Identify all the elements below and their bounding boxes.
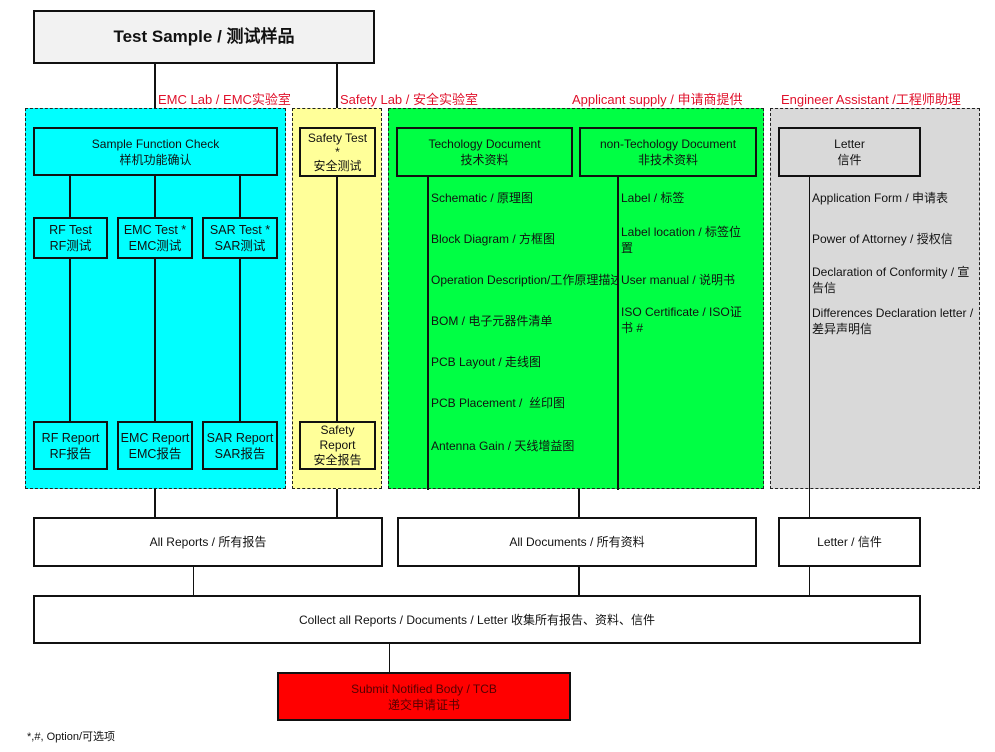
emc-report-zh: EMC报告 [128,446,182,461]
connector-check-sar [239,176,241,218]
rf-report-en: RF Report [41,430,100,445]
letter-source-box: Letter 信件 [778,127,921,177]
connector-safety-test-report [336,177,338,421]
submit-en: Submit Notified Body / TCB [351,681,497,696]
tech-doc-spine [427,177,429,490]
sar-test-box: SAR Test * SAR测试 [202,217,278,259]
all-documents-box: All Documents / 所有资料 [397,517,757,567]
collect-all-label: Collect all Reports / Documents / Letter… [298,612,656,627]
non-tech-doc-spine [617,177,619,490]
safety-report-en-line2: Report [319,438,356,452]
submit-notified-body-box: Submit Notified Body / TCB 递交申请证书 [277,672,571,721]
tech-item-operation-description: Operation Description/工作原理描述 [431,273,617,287]
sar-test-zh: SAR测试 [214,239,266,253]
collect-all-box: Collect all Reports / Documents / Letter… [33,595,921,644]
safety-test-en: Safety Test [307,131,368,145]
engineer-item-application-form: Application Form / 申请表 [812,191,949,205]
sar-report-box: SAR Report SAR报告 [202,421,278,470]
connector-emc-test-report [154,259,156,421]
all-reports-label: All Reports / 所有报告 [149,535,267,549]
rf-test-en: RF Test [49,223,92,237]
letter-source-zh: 信件 [837,153,862,167]
emc-report-box: EMC Report EMC报告 [117,421,193,470]
tech-doc-zh: 技术资料 [460,153,509,167]
non-tech-item-iso-certificate: ISO Certificate / ISO证书 # [621,305,742,335]
footnote-option: *,#, Option/可选项 [27,731,116,743]
connector-rf-test-report [69,259,71,421]
test-sample-title: Test Sample / 测试样品 [113,27,295,46]
sar-test-en: SAR Test * [209,223,271,237]
rf-report-box: RF Report RF报告 [33,421,108,470]
applicant-supply-label: Applicant supply / 申请商提供 [572,92,743,107]
connector-check-rf [69,176,71,218]
engineer-item-declaration-of-conformity: Declaration of Conformity / 宣告信 [812,265,970,295]
letter-summary-label: Letter / 信件 [817,535,882,549]
function-check-zh: 样机功能确认 [119,152,192,167]
safety-test-zh: 安全测试 [313,159,362,173]
safety-lab-label: Safety Lab / 安全实验室 [340,92,478,107]
safety-test-option-mark: * [335,145,340,159]
connector-title-emc [154,64,156,109]
connector-applicant-to-documents [578,489,580,518]
non-tech-item-user-manual: User manual / 说明书 [621,273,736,287]
safety-report-zh: 安全报告 [313,453,362,467]
connector-title-safety [336,64,338,109]
connector-documents-to-collect [578,567,580,596]
emc-test-box: EMC Test * EMC测试 [117,217,193,259]
safety-test-box: Safety Test * 安全测试 [299,127,376,177]
connector-collect-to-submit [389,644,390,673]
tech-item-pcb-placement: PCB Placement / 丝印图 [431,396,566,410]
engineer-assistant-label: Engineer Assistant /工程师助理 [781,92,961,107]
rf-test-zh: RF测试 [49,239,92,253]
tech-item-pcb-layout: PCB Layout / 走线图 [431,355,542,369]
letter-source-en: Letter [834,137,865,151]
technology-document-box: Techology Document 技术资料 [396,127,573,177]
emc-test-en: EMC Test * [123,223,187,237]
connector-emc-to-reports [154,489,156,518]
all-documents-label: All Documents / 所有资料 [509,535,645,549]
submit-zh: 递交申请证书 [387,697,460,712]
connector-reports-to-collect [193,567,194,596]
engineer-item-differences-declaration: Differences Declaration letter / 差异声明信 [812,306,974,336]
safety-report-en-line1: Safety [320,423,355,437]
rf-report-zh: RF报告 [49,446,92,461]
rf-test-box: RF Test RF测试 [33,217,108,259]
function-check-en: Sample Function Check [91,136,220,151]
non-tech-doc-zh: 非技术资料 [637,153,698,167]
non-technology-document-box: non-Techology Document 非技术资料 [579,127,757,177]
tech-item-schematic: Schematic / 原理图 [431,191,534,205]
letter-summary-box: Letter / 信件 [778,517,921,567]
tech-item-block-diagram: Block Diagram / 方框图 [431,232,556,246]
tech-item-bom: BOM / 电子元器件清单 [431,314,553,328]
emc-test-zh: EMC测试 [128,239,182,253]
connector-check-emc [154,176,156,218]
sar-report-en: SAR Report [206,430,274,445]
tech-doc-en: Techology Document [428,137,541,151]
safety-report-box: Safety Report 安全报告 [299,421,376,470]
connector-letter-to-collect [809,567,810,596]
sample-function-check-box: Sample Function Check 样机功能确认 [33,127,278,176]
engineer-item-power-of-attorney: Power of Attorney / 授权信 [812,232,953,246]
non-tech-item-label-location: Label location / 标签位置 [621,225,742,255]
emc-lab-label: EMC Lab / EMC实验室 [158,92,291,107]
emc-report-en: EMC Report [120,430,190,445]
tech-item-antenna-gain: Antenna Gain / 天线增益图 [431,439,575,453]
non-tech-item-label: Label / 标签 [621,191,685,205]
non-tech-doc-en: non-Techology Document [599,137,737,151]
connector-safety-to-reports [336,489,338,518]
all-reports-box: All Reports / 所有报告 [33,517,383,567]
connector-sar-test-report [239,259,241,421]
sar-report-zh: SAR报告 [214,446,266,461]
letter-spine [809,177,810,517]
test-sample-box: Test Sample / 测试样品 [33,10,375,64]
